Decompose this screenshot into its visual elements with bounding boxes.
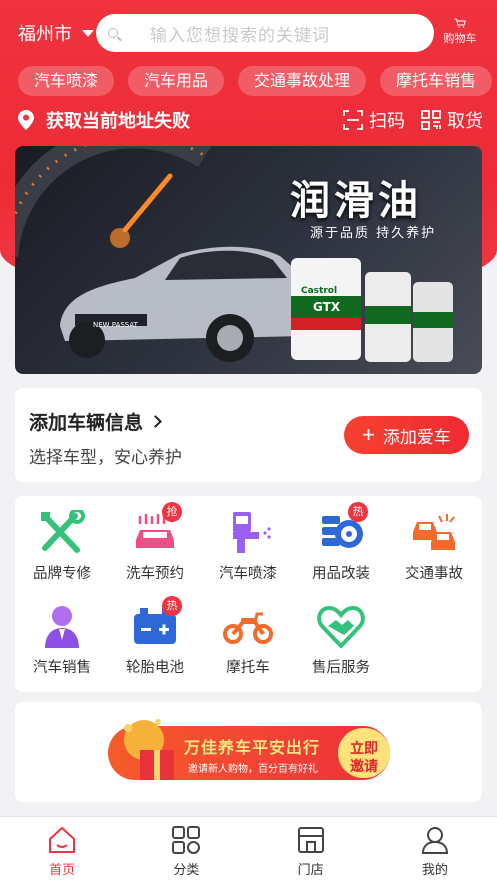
add-car-label: 添加爱车 bbox=[382, 427, 451, 447]
chevron-right-icon bbox=[149, 415, 162, 428]
spray-gun-icon bbox=[233, 512, 271, 553]
invite-button-line2: 邀请 bbox=[350, 757, 378, 774]
tab-home-label: 首页 bbox=[49, 863, 76, 878]
service-label: 汽车喷漆 bbox=[219, 566, 277, 582]
city-selector[interactable]: 福州市 bbox=[18, 20, 94, 46]
tab-profile-label: 我的 bbox=[421, 863, 448, 878]
bottom-tab-bar: 首页 分类 门店 我的 bbox=[0, 816, 497, 883]
service-label: 轮胎电池 bbox=[126, 660, 184, 676]
caret-down-icon bbox=[82, 29, 94, 37]
service-label: 售后服务 bbox=[312, 660, 370, 676]
banner-subtitle: 源于品质 持久养护 bbox=[310, 226, 437, 241]
invite-promo-banner[interactable]: 万佳养车平安出行 邀请新人购物，百分百有好礼 立即 邀请 bbox=[108, 714, 390, 790]
search-icon bbox=[108, 28, 118, 38]
badge-hot: 热 bbox=[348, 502, 368, 522]
service-item-brand-repair[interactable]: 品牌专修 bbox=[17, 508, 107, 590]
home-icon bbox=[49, 826, 76, 853]
service-item-tire-battery[interactable]: 热 轮胎电池 bbox=[110, 596, 200, 684]
service-item-motorcycle[interactable]: 摩托车 bbox=[203, 604, 293, 684]
tab-store-label: 门店 bbox=[297, 863, 324, 878]
invite-now-button[interactable]: 立即 邀请 bbox=[338, 728, 390, 778]
cart-label: 购物车 bbox=[443, 32, 477, 45]
promo-subtitle: 邀请新人购物，百分百有好礼 bbox=[188, 764, 318, 775]
city-label: 福州市 bbox=[18, 24, 72, 45]
search-input[interactable]: 输入您想搜索的关键词 bbox=[96, 14, 434, 52]
speedometer-graphic bbox=[15, 146, 212, 258]
service-label: 交通事故 bbox=[405, 566, 463, 582]
invite-promo-card: 万佳养车平安出行 邀请新人购物，百分百有好礼 立即 邀请 bbox=[15, 702, 482, 802]
car-collision-icon bbox=[413, 514, 455, 550]
promo-banner[interactable]: 润滑油 源于品质 持久养护 NEW PASSAT Castrol GTX bbox=[15, 146, 482, 374]
add-vehicle-title[interactable]: 添加车辆信息 bbox=[29, 408, 162, 435]
location-pin-icon bbox=[18, 110, 34, 130]
service-item-spray-paint[interactable]: 汽车喷漆 bbox=[203, 510, 293, 590]
plus-icon: + bbox=[362, 422, 375, 447]
service-item-car-wash[interactable]: 抢 洗车预约 bbox=[110, 502, 200, 590]
tag-item[interactable]: 摩托车销售 bbox=[380, 66, 493, 96]
heart-handshake-icon bbox=[317, 605, 365, 649]
tag-item[interactable]: 汽车用品 bbox=[128, 66, 225, 96]
pickup-label: 取货 bbox=[447, 111, 483, 132]
badge-hot: 热 bbox=[162, 596, 182, 616]
quick-tags: 汽车喷漆 汽车用品 交通事故处理 摩托车销售 bbox=[18, 66, 497, 98]
product-brand-text: Castrol bbox=[301, 286, 338, 296]
service-item-parts-modify[interactable]: 热 用品改装 bbox=[296, 502, 386, 590]
tag-item[interactable]: 交通事故处理 bbox=[238, 66, 367, 96]
invite-button-line1: 立即 bbox=[350, 739, 378, 756]
gift-box-icon bbox=[124, 719, 174, 780]
car-graphic bbox=[60, 246, 305, 362]
cart-icon bbox=[454, 18, 466, 28]
tab-profile[interactable]: 我的 bbox=[373, 817, 497, 883]
service-label: 汽车销售 bbox=[33, 660, 91, 676]
scan-label: 扫码 bbox=[369, 111, 405, 132]
add-vehicle-title-text: 添加车辆信息 bbox=[29, 412, 144, 434]
product-name-text: GTX bbox=[313, 300, 341, 314]
tab-home[interactable]: 首页 bbox=[0, 817, 124, 883]
tag-item[interactable]: 汽车喷漆 bbox=[18, 66, 115, 96]
scan-button[interactable]: 扫码 bbox=[343, 107, 405, 133]
location-row: 获取当前地址失败 扫码 取货 bbox=[18, 106, 483, 134]
user-icon bbox=[421, 827, 448, 854]
service-label: 用品改装 bbox=[312, 566, 370, 582]
salesperson-icon bbox=[45, 606, 79, 648]
service-label: 品牌专修 bbox=[33, 566, 91, 582]
pickup-button[interactable]: 取货 bbox=[421, 107, 483, 133]
service-label: 洗车预约 bbox=[126, 566, 184, 582]
service-item-traffic-accident[interactable]: 交通事故 bbox=[389, 510, 479, 590]
add-car-button[interactable]: + 添加爱车 bbox=[344, 416, 469, 454]
top-bar: 福州市 输入您想搜索的关键词 购物车 bbox=[0, 0, 497, 66]
add-vehicle-subtitle: 选择车型，安心养护 bbox=[29, 448, 182, 468]
location-text[interactable]: 获取当前地址失败 bbox=[46, 107, 190, 133]
banner-title: 润滑油 bbox=[290, 178, 422, 224]
search-placeholder: 输入您想搜索的关键词 bbox=[150, 25, 330, 46]
add-vehicle-card: 添加车辆信息 选择车型，安心养护 + 添加爱车 bbox=[15, 388, 482, 482]
car-plate-text: NEW PASSAT bbox=[93, 321, 138, 329]
cart-button[interactable]: 购物车 bbox=[440, 18, 480, 46]
tab-category[interactable]: 分类 bbox=[124, 817, 248, 883]
badge-grab: 抢 bbox=[162, 502, 182, 522]
tab-store[interactable]: 门店 bbox=[249, 817, 373, 883]
service-item-after-sales[interactable]: 售后服务 bbox=[296, 604, 386, 684]
service-item-car-sales[interactable]: 汽车销售 bbox=[17, 604, 107, 684]
motorcycle-icon bbox=[223, 612, 273, 644]
pickup-icon bbox=[421, 110, 441, 130]
wrench-screwdriver-icon bbox=[41, 508, 85, 553]
store-icon bbox=[297, 827, 324, 853]
category-grid-icon bbox=[172, 826, 201, 854]
service-grid: 品牌专修 抢 洗车预约 汽车喷漆 热 用品改装 交通事故 汽车销售 热 轮胎电池… bbox=[15, 496, 482, 692]
tab-category-label: 分类 bbox=[173, 863, 200, 878]
service-label: 摩托车 bbox=[226, 660, 270, 676]
scan-icon bbox=[343, 110, 363, 130]
promo-title: 万佳养车平安出行 bbox=[184, 738, 321, 757]
